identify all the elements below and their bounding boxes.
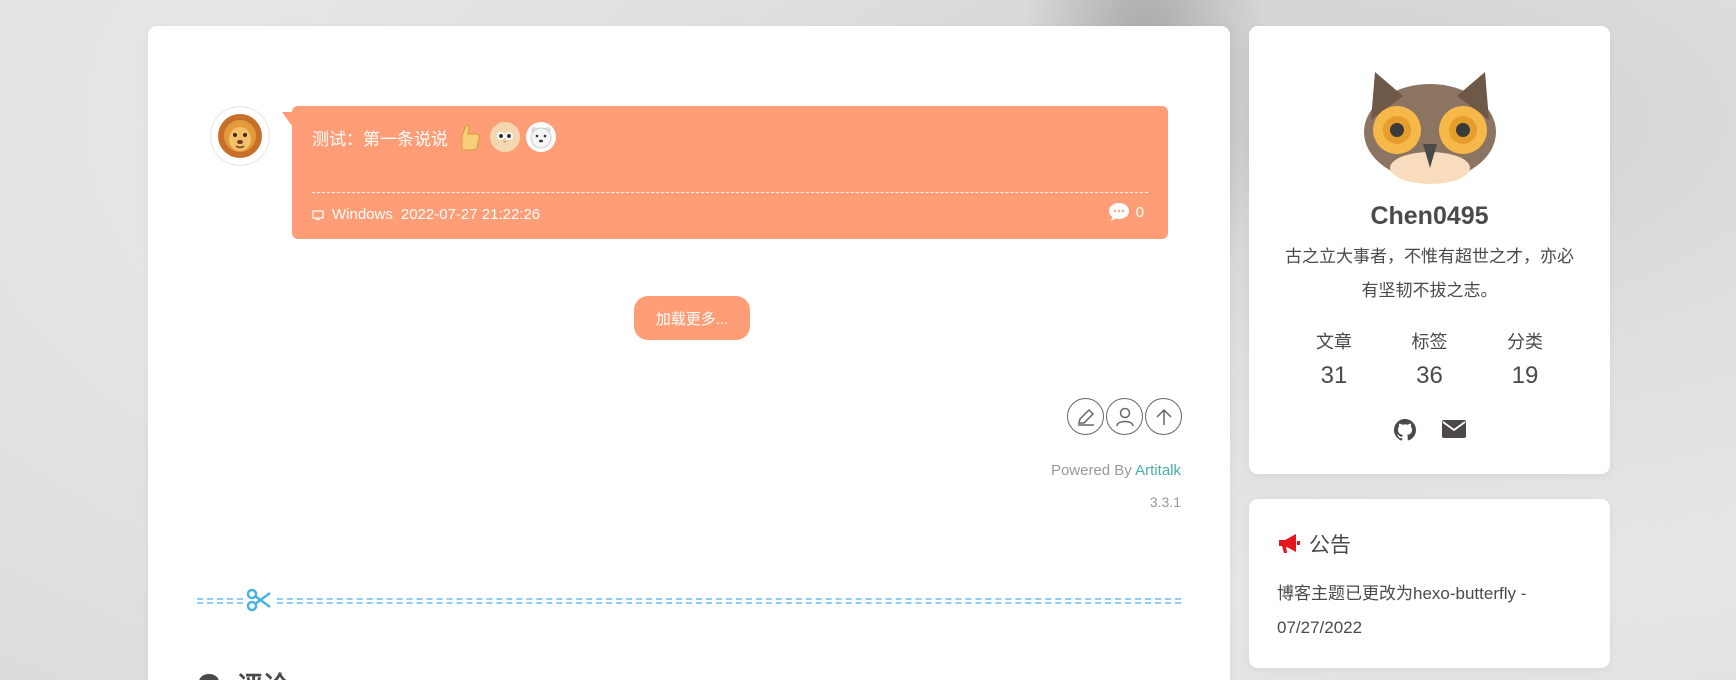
announcement-card: 公告 博客主题已更改为hexo-butterfly - 07/27/2022 <box>1249 499 1610 668</box>
load-more-button[interactable]: 加载更多... <box>634 296 750 340</box>
powered-prefix: Powered By <box>1050 462 1136 479</box>
author-description: 古之立大事者，不惟有超世之才，亦必有坚韧不拔之志。 <box>1285 247 1574 300</box>
main-content-card: 测试：第一条说说 Windows 2022-07-27 21:22:26 0 加… <box>148 26 1230 680</box>
github-icon <box>1393 419 1416 441</box>
author-avatar[interactable] <box>1361 72 1499 189</box>
stat-value: 36 <box>1416 362 1443 389</box>
megaphone-icon <box>1279 534 1300 553</box>
bear-emoji-icon <box>526 122 556 152</box>
powered-by: Powered By Artitalk <box>1051 462 1181 479</box>
stat-tags[interactable]: 标签 36 <box>1385 328 1475 390</box>
social-links <box>1249 418 1610 447</box>
thumbs-up-icon <box>454 122 484 152</box>
stat-label: 文章 <box>1316 332 1352 352</box>
stat-categories[interactable]: 分类 19 <box>1480 328 1570 390</box>
announcement-title: 公告 <box>1309 534 1351 557</box>
stat-value: 31 <box>1320 362 1348 389</box>
talk-bubble: 测试：第一条说说 Windows 2022-07-27 21:22:26 0 <box>282 106 1168 239</box>
comments-heading: 评论 <box>197 666 289 680</box>
talk-text: 测试：第一条说说 <box>312 129 448 149</box>
stat-label: 标签 <box>1411 332 1448 352</box>
stat-articles[interactable]: 文章 31 <box>1289 328 1379 390</box>
edit-button[interactable] <box>1067 398 1104 435</box>
talk-os: Windows <box>332 206 393 223</box>
talk-comment-button[interactable]: 0 <box>1108 202 1144 222</box>
envelope-icon <box>1441 420 1466 438</box>
author-name: Chen0495 <box>1370 202 1489 230</box>
artitalk-link[interactable]: Artitalk <box>1135 462 1181 479</box>
user-icon <box>1115 407 1134 426</box>
talk-datetime: 2022-07-27 21:22:26 <box>400 206 541 223</box>
stat-label: 分类 <box>1507 332 1543 352</box>
user-button[interactable] <box>1106 398 1143 435</box>
owl-emoji-icon <box>490 122 520 152</box>
comment-bubble-icon <box>1108 203 1129 221</box>
github-link[interactable] <box>1393 418 1417 447</box>
talk-meta: Windows 2022-07-27 21:22:26 <box>312 206 540 223</box>
comments-icon <box>199 673 219 680</box>
artitalk-toolbar <box>1067 398 1182 435</box>
announcement-header: 公告 <box>1277 529 1351 559</box>
email-link[interactable] <box>1441 418 1467 447</box>
comments-title: 评论 <box>237 666 289 680</box>
site-stats: 文章 31 标签 36 分类 19 <box>1289 328 1570 390</box>
talk-avatar[interactable] <box>210 106 270 166</box>
back-to-top-button[interactable] <box>1145 398 1182 435</box>
talk-content: 测试：第一条说说 <box>312 122 556 152</box>
stat-value: 19 <box>1511 362 1539 389</box>
talk-comment-count: 0 <box>1135 203 1144 221</box>
device-icon <box>312 209 324 220</box>
talk-divider <box>312 192 1148 193</box>
scissors-icon <box>244 587 274 618</box>
profile-card: Chen0495 古之立大事者，不惟有超世之才，亦必有坚韧不拔之志。 文章 31… <box>1249 26 1610 474</box>
artitalk-version: 3.3.1 <box>1149 494 1181 510</box>
announcement-content: 博客主题已更改为hexo-butterfly - 07/27/2022 <box>1277 584 1527 637</box>
owl-icon <box>1364 72 1496 184</box>
arrow-up-icon <box>1155 408 1172 425</box>
pencil-icon <box>1077 408 1094 426</box>
lion-icon <box>218 114 262 158</box>
dashed-divider <box>197 598 1181 604</box>
